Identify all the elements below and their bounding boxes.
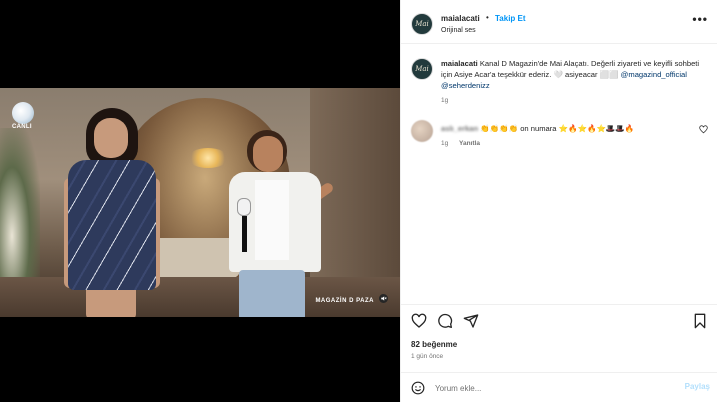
add-comment-bar: Paylaş <box>401 372 717 401</box>
heart-icon[interactable] <box>699 125 708 134</box>
comment-text: 👏👏👏👏 on numara ⭐🔥⭐🔥⭐🎩🎩🔥 <box>480 124 635 133</box>
more-icon[interactable]: ••• <box>692 12 708 26</box>
post-comment-button[interactable]: Paylaş <box>685 382 710 391</box>
post-header: Mai maialacati • Takip Et Orijinal ses •… <box>401 0 717 44</box>
mention-link[interactable]: @seherdenizz <box>441 81 490 90</box>
person-reporter <box>225 130 335 317</box>
instagram-post: CANLI MAGAZİN D PAZA Mai maialacati • Ta… <box>0 0 717 402</box>
bookmark-icon[interactable] <box>692 313 708 329</box>
comment-time[interactable]: 1g <box>441 140 448 147</box>
caption-body: maialacati Kanal D Magazin'de Mai Alaçat… <box>441 58 711 91</box>
caption-username[interactable]: maialacati <box>441 59 478 68</box>
caption-time[interactable]: 1g <box>441 97 448 104</box>
comment-avatar[interactable] <box>411 120 433 142</box>
reply-button[interactable]: Yanıtla <box>459 140 480 147</box>
video-frame[interactable]: CANLI MAGAZİN D PAZA <box>0 88 400 317</box>
floor <box>0 277 400 317</box>
separator-dot: • <box>486 13 489 22</box>
program-watermark: MAGAZİN D PAZA <box>315 298 374 304</box>
username-link[interactable]: maialacati <box>441 14 480 23</box>
comment-body: aslı_erkan 👏👏👏👏 on numara ⭐🔥⭐🔥⭐🎩🎩🔥 <box>441 123 696 134</box>
post-time[interactable]: 1 gün önce <box>411 353 443 360</box>
sound-off-icon[interactable] <box>379 294 388 303</box>
avatar[interactable]: Mai <box>411 13 433 35</box>
channel-logo-label: CANLI <box>12 124 32 130</box>
share-icon[interactable] <box>463 313 479 329</box>
mention-link[interactable]: @magazind_official <box>621 70 687 79</box>
like-count[interactable]: 82 beğenme <box>411 340 457 349</box>
person-guest <box>64 108 160 317</box>
heart-icon[interactable] <box>411 313 427 329</box>
comment-input[interactable] <box>435 381 665 395</box>
emoji-icon[interactable] <box>411 381 425 395</box>
comment-username[interactable]: aslı_erkan <box>441 124 478 133</box>
caption-avatar[interactable]: Mai <box>411 58 433 80</box>
chandelier <box>188 148 228 168</box>
follow-button[interactable]: Takip Et <box>495 14 526 23</box>
actions-bar: 82 beğenme 1 gün önce Paylaş <box>401 304 717 400</box>
post-panel: Mai maialacati • Takip Et Orijinal ses •… <box>400 0 717 402</box>
media-area[interactable]: CANLI MAGAZİN D PAZA <box>0 0 400 402</box>
microphone <box>237 198 251 252</box>
audio-label[interactable]: Orijinal ses <box>441 27 476 34</box>
channel-logo <box>12 102 34 124</box>
comment-icon[interactable] <box>437 313 453 329</box>
